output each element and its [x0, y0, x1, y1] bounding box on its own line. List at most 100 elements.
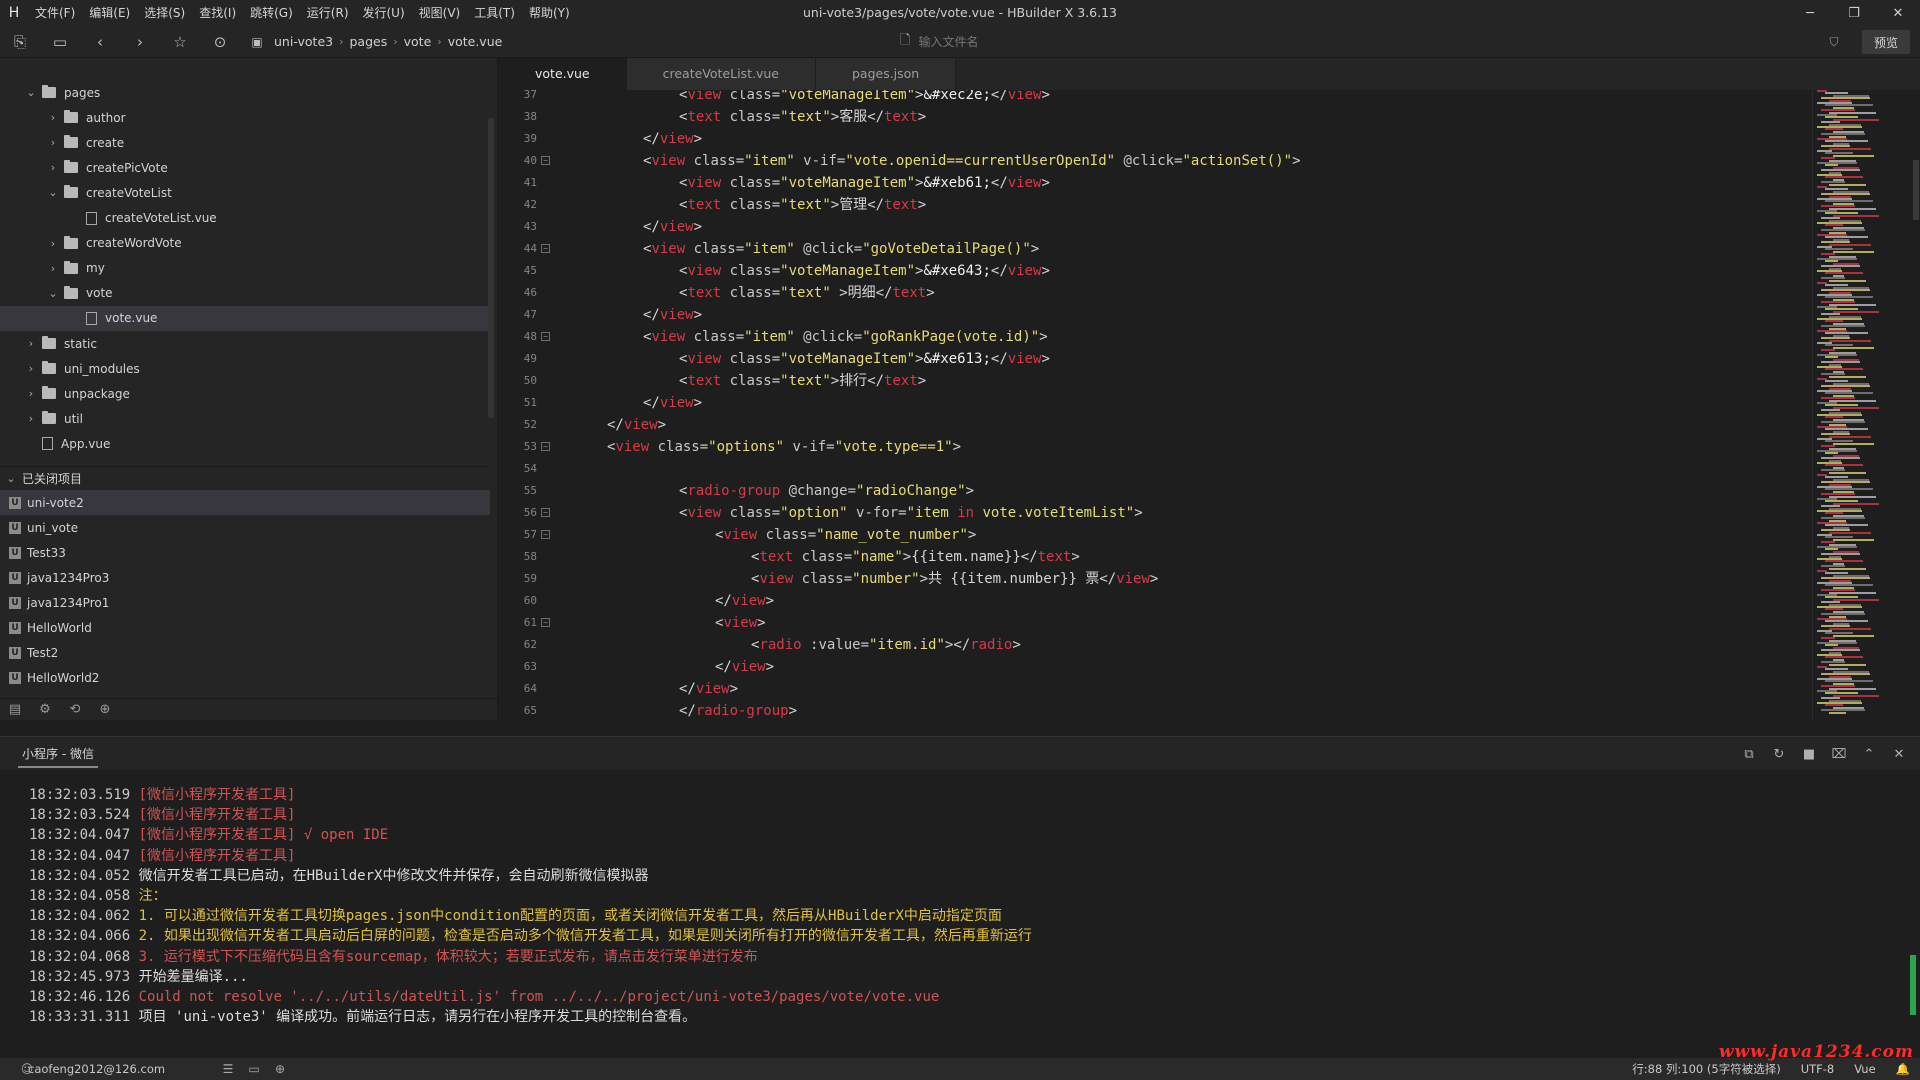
fold-toggle-icon[interactable]: − — [541, 530, 550, 539]
tree-item[interactable]: › author — [0, 105, 490, 130]
breadcrumb-item[interactable]: uni-vote3 — [268, 34, 339, 49]
cursor-position[interactable]: 行:88 列:100 (5字符被选择) — [1622, 1061, 1790, 1077]
tree-item[interactable]: › unpackage — [0, 381, 490, 406]
console-output[interactable]: 18:32:03.519 [微信小程序开发者工具] 18:32:03.524 [微… — [0, 770, 1920, 1058]
code-token: > — [1149, 571, 1159, 587]
clear-console-icon[interactable]: ⌧ — [1824, 737, 1854, 771]
fold-toggle-icon[interactable]: − — [541, 618, 550, 627]
sidebar-scrollbar[interactable] — [488, 118, 494, 418]
tree-item[interactable]: createVoteList.vue — [0, 206, 490, 231]
bookmark-star-icon[interactable]: ☆ — [160, 26, 200, 58]
sync-icon[interactable]: ⟲ — [60, 702, 90, 717]
folder-icon[interactable]: ▤ — [0, 702, 30, 717]
console-scrollbar[interactable] — [1910, 955, 1916, 1015]
menu-item[interactable]: 发行(U) — [356, 0, 412, 26]
chevron-down-icon[interactable]: ⌄ — [46, 186, 60, 199]
tree-item[interactable]: ⌄ pages — [0, 80, 490, 105]
closed-project-item[interactable]: Ujava1234Pro1 — [0, 590, 490, 615]
restore-icon[interactable]: ❐ — [1832, 0, 1876, 26]
menu-item[interactable]: 运行(R) — [300, 0, 356, 26]
menu-item[interactable]: 选择(S) — [137, 0, 192, 26]
code-editor[interactable]: 37 <view class="voteManageItem">&#xec2e;<… — [499, 90, 1819, 720]
tree-item[interactable]: App.vue — [0, 431, 490, 456]
closed-project-item[interactable]: Ujava1234Pro3 — [0, 565, 490, 590]
minimize-icon[interactable]: ─ — [1788, 0, 1832, 26]
fold-toggle-icon[interactable]: − — [541, 156, 550, 165]
preview-button[interactable]: 预览 — [1862, 30, 1910, 54]
editor-tab[interactable]: pages.json — [815, 58, 957, 90]
close-console-icon[interactable]: ✕ — [1884, 737, 1914, 771]
fold-toggle-icon[interactable]: − — [541, 332, 550, 341]
chevron-right-icon[interactable]: › — [24, 387, 38, 400]
chevron-right-icon[interactable]: › — [24, 412, 38, 425]
menu-item[interactable]: 帮助(Y) — [522, 0, 577, 26]
closed-project-item[interactable]: U Test2 — [0, 640, 490, 665]
chevron-right-icon[interactable]: › — [46, 237, 60, 250]
terminal-icon[interactable]: ▭ — [241, 1062, 267, 1076]
minimap[interactable] — [1812, 90, 1910, 720]
console-tab[interactable]: 小程序 - 微信 — [18, 739, 98, 768]
tree-item[interactable]: ⌄ vote — [0, 281, 490, 306]
closed-project-item[interactable]: U Test33 — [0, 540, 490, 565]
closed-projects-header[interactable]: ⌄ 已关闭项目 — [0, 466, 490, 490]
menu-item[interactable]: 编辑(E) — [82, 0, 137, 26]
closed-project-item[interactable]: Uuni-vote2 — [0, 490, 490, 515]
menu-item[interactable]: 查找(I) — [192, 0, 243, 26]
menu-item[interactable]: 视图(V) — [412, 0, 468, 26]
menu-item[interactable]: 工具(T) — [467, 0, 522, 26]
chevron-right-icon[interactable]: › — [46, 136, 60, 149]
tree-item[interactable]: › my — [0, 256, 490, 281]
close-icon[interactable]: ✕ — [1876, 0, 1920, 26]
tree-item[interactable]: vote.vue — [0, 305, 490, 331]
user-account[interactable]: caofeng2012@126.com — [28, 1062, 165, 1076]
editor-tab[interactable]: createVoteList.vue — [626, 58, 816, 90]
extension-icon[interactable]: ⊕ — [267, 1062, 293, 1076]
filter-icon[interactable]: ⛉ — [1818, 26, 1850, 58]
settings-icon[interactable]: ⚙ — [30, 702, 60, 717]
hbuilder-logo-icon[interactable]: H — [0, 0, 28, 26]
closed-project-item[interactable]: Uuni_vote — [0, 515, 490, 540]
chevron-right-icon[interactable]: › — [46, 161, 60, 174]
closed-project-item[interactable]: U HelloWorld2 — [0, 665, 490, 690]
fold-toggle-icon[interactable]: − — [541, 508, 550, 517]
notification-icon[interactable]: 🔔 — [1886, 1062, 1920, 1076]
back-icon[interactable]: ‹ — [80, 26, 120, 58]
plugin-icon[interactable]: ⊕ — [90, 702, 120, 717]
editor-scrollbar-thumb[interactable] — [1913, 160, 1919, 220]
file-search-input[interactable] — [918, 35, 1139, 49]
minimap-line — [1829, 627, 1871, 630]
tree-item[interactable]: ⌄ createVoteList — [0, 180, 490, 205]
tree-item[interactable]: › createWordVote — [0, 231, 490, 256]
new-file-icon[interactable]: ⎘ — [0, 26, 40, 58]
open-devtools-icon[interactable]: ⧉ — [1734, 737, 1764, 771]
language-mode[interactable]: Vue — [1844, 1062, 1885, 1076]
collapse-up-icon[interactable]: ⌃ — [1854, 737, 1884, 771]
tree-item[interactable]: › static — [0, 331, 490, 356]
breadcrumb-item[interactable]: vote.vue — [442, 34, 509, 49]
fold-toggle-icon[interactable]: − — [541, 442, 550, 451]
chevron-right-icon[interactable]: › — [46, 111, 60, 124]
tree-item[interactable]: › create — [0, 130, 490, 155]
fold-toggle-icon[interactable]: − — [541, 244, 550, 253]
breadcrumb-item[interactable]: pages — [344, 34, 394, 49]
tree-item[interactable]: › util — [0, 406, 490, 431]
list-icon[interactable]: ☰ — [215, 1062, 241, 1076]
tree-item[interactable]: › createPicVote — [0, 155, 490, 180]
file-encoding[interactable]: UTF-8 — [1791, 1062, 1845, 1076]
tree-item[interactable]: › uni_modules — [0, 356, 490, 381]
restart-icon[interactable]: ↻ — [1764, 737, 1794, 771]
chevron-right-icon[interactable]: › — [46, 262, 60, 275]
forward-icon[interactable]: › — [120, 26, 160, 58]
run-icon[interactable]: ⊙ — [200, 26, 240, 58]
chevron-right-icon[interactable]: › — [24, 362, 38, 375]
breadcrumb-item[interactable]: vote — [398, 34, 438, 49]
closed-project-item[interactable]: U HelloWorld — [0, 615, 490, 640]
chevron-right-icon[interactable]: › — [24, 337, 38, 350]
chevron-down-icon[interactable]: ⌄ — [46, 287, 60, 300]
save-icon[interactable]: ▭ — [40, 26, 80, 58]
menu-item[interactable]: 跳转(G) — [243, 0, 300, 26]
editor-tab[interactable]: vote.vue — [499, 58, 627, 90]
menu-item[interactable]: 文件(F) — [28, 0, 82, 26]
chevron-down-icon[interactable]: ⌄ — [24, 86, 38, 99]
stop-icon[interactable]: ■ — [1794, 737, 1824, 771]
